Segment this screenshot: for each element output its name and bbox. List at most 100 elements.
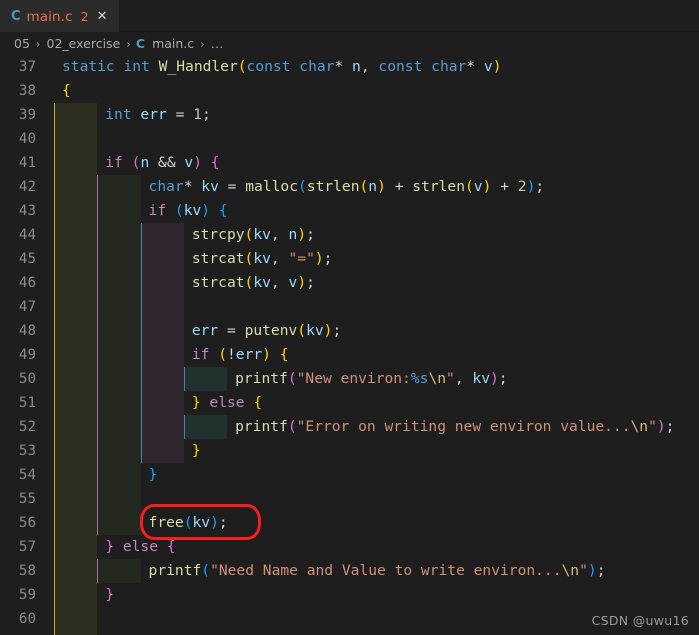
code-line[interactable]: 38 {: [0, 79, 699, 103]
code-line[interactable]: 56 free(kv);: [0, 511, 699, 535]
code-line[interactable]: 52 printf("Error on writing new environ v…: [0, 415, 699, 439]
indent-scope-block: [140, 319, 184, 343]
indent-scope-block: [54, 319, 98, 343]
code-line-body: printf("Error on writing new environ val…: [54, 415, 699, 439]
code-line[interactable]: 40: [0, 127, 699, 151]
indent-guide-line: [97, 295, 99, 319]
code-text: return err;: [97, 631, 202, 635]
indent-guide-line: [140, 295, 142, 319]
code-line[interactable]: 59}: [0, 583, 699, 607]
line-number: 46: [18, 275, 36, 291]
line-number: 61: [0, 631, 54, 635]
code-line[interactable]: 42 char* kv = malloc(strlen(n) + strlen(v…: [0, 175, 699, 199]
indent-guide-line: [140, 415, 142, 439]
line-number: 53: [18, 443, 36, 459]
close-icon[interactable]: ✕: [95, 9, 110, 24]
code-line[interactable]: 50 printf("New environ:%s\n", kv);: [0, 367, 699, 391]
breadcrumb-item-file-main-c[interactable]: main.c: [151, 36, 195, 51]
indent-guide-line: [97, 487, 99, 511]
indent-guide-line: [54, 103, 55, 127]
indent-scope-block: [97, 415, 141, 439]
code-line[interactable]: 58 printf("Need Name and Value to write e…: [0, 559, 699, 583]
line-number: 42: [18, 179, 36, 195]
code-line-body: int err = 1;: [54, 103, 699, 127]
indent-scope-block: [54, 511, 98, 535]
code-line[interactable]: 44 strcpy(kv, n);: [0, 223, 699, 247]
code-editor[interactable]: 37 static int W_Handler(const char* n, co…: [0, 55, 699, 635]
code-line-body: return err;: [54, 631, 699, 635]
indent-guide-line: [54, 631, 55, 635]
chevron-right-icon: ›: [200, 36, 205, 51]
indent-guide-line: [54, 463, 55, 487]
indent-scope-block: [140, 367, 184, 391]
code-text: int err = 1;: [105, 106, 211, 123]
line-number: 58: [18, 563, 36, 579]
line-number: 55: [18, 491, 36, 507]
breadcrumb-item-folder-05[interactable]: 05: [13, 36, 31, 51]
indent-guide-line: [97, 175, 99, 199]
line-number: 49: [18, 347, 36, 363]
code-line[interactable]: 51 } else {: [0, 391, 699, 415]
code-line[interactable]: 48 err = putenv(kv);: [0, 319, 699, 343]
line-number: 51: [18, 395, 36, 411]
code-line[interactable]: 53}: [0, 439, 699, 463]
indent-scope-block: [97, 295, 141, 319]
code-text: if (n && v) {: [105, 154, 220, 171]
code-line-body: if (!err) {: [54, 343, 699, 367]
chevron-right-icon: ›: [126, 36, 131, 51]
code-line[interactable]: 57} else {: [0, 535, 699, 559]
indent-scope-block: [54, 175, 98, 199]
line-number: 54: [18, 467, 36, 483]
code-text: err = putenv(kv);: [191, 322, 342, 339]
code-line[interactable]: 55: [0, 487, 699, 511]
indent-guide-line: [54, 583, 55, 607]
indent-scope-block: [97, 391, 141, 415]
code-line-body: strcat(kv, v);: [54, 271, 699, 295]
breadcrumb-item-symbol-ellipsis[interactable]: …: [210, 36, 225, 51]
indent-scope-block: [54, 199, 98, 223]
indent-scope-block: [54, 559, 98, 583]
indent-scope-block: [54, 583, 98, 607]
indent-scope-block: [54, 127, 98, 151]
indent-guide-line: [54, 295, 55, 319]
code-text: strcat(kv, "=");: [191, 250, 333, 267]
code-line[interactable]: 39 int err = 1;: [0, 103, 699, 127]
code-line[interactable]: 49 if (!err) {: [0, 343, 699, 367]
code-line[interactable]: 43 if (kv) {: [0, 199, 699, 223]
indent-guide-line: [54, 319, 55, 343]
code-line[interactable]: 37 static int W_Handler(const char* n, co…: [0, 55, 699, 79]
chevron-right-icon: ›: [35, 36, 41, 51]
code-line[interactable]: 47: [0, 295, 699, 319]
code-line-body: }: [54, 463, 699, 487]
line-number: 60: [18, 611, 36, 627]
indent-guide-line: [140, 391, 142, 415]
indent-scope-block: [140, 271, 184, 295]
indent-scope-block: [140, 391, 184, 415]
indent-guide-line: [140, 247, 142, 271]
indent-guide-line: [54, 439, 55, 463]
indent-guide-line: [54, 559, 55, 583]
indent-guide-line: [140, 223, 142, 247]
code-text: {: [62, 82, 71, 99]
indent-scope-block: [54, 391, 98, 415]
code-line[interactable]: 45 strcat(kv, "=");: [0, 247, 699, 271]
code-line-body: } else {: [54, 391, 699, 415]
code-line[interactable]: 41 if (n && v) {: [0, 151, 699, 175]
indent-guide-line: [97, 439, 99, 463]
indent-guide-line: [97, 271, 99, 295]
code-line[interactable]: 54}: [0, 463, 699, 487]
breadcrumb-item-folder-02-exercise[interactable]: 02_exercise: [46, 36, 122, 51]
indent-scope-block: [97, 367, 141, 391]
line-number: 37: [18, 59, 36, 75]
code-line[interactable]: 61 return err;: [0, 631, 699, 635]
code-line[interactable]: 46 strcat(kv, v);: [0, 271, 699, 295]
code-text: } else {: [105, 538, 176, 555]
code-line-body: static int W_Handler(const char* n, cons…: [54, 55, 699, 79]
indent-scope-block: [54, 415, 98, 439]
c-file-icon: C: [135, 36, 146, 51]
indent-scope-block: [97, 319, 141, 343]
code-text: printf("Need Name and Value to write env…: [148, 562, 606, 579]
indent-scope-block: [97, 175, 141, 199]
tab-main-c[interactable]: C main.c 2 ✕: [0, 0, 119, 32]
indent-scope-block: [140, 223, 184, 247]
